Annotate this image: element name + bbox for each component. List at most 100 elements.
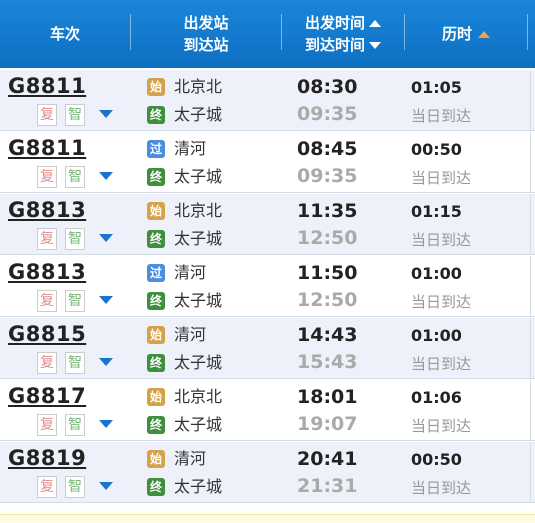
expand-stops-chevron-down-icon[interactable] [99, 482, 113, 490]
departure-station: 清河 [174, 263, 207, 282]
departure-station: 北京北 [174, 387, 223, 406]
departure-station: 清河 [174, 449, 207, 468]
train-number-link[interactable]: G8815 [8, 322, 86, 346]
arrival-station: 太子城 [174, 415, 223, 434]
train-number-link[interactable]: G8817 [8, 384, 86, 408]
departure-time: 11:50 [297, 262, 358, 284]
terminal-station-icon: 终 [147, 168, 165, 186]
arrival-time: 19:07 [297, 413, 358, 435]
train-row[interactable]: G8817 复智 始北京北终太子城 18:01 19:07 01:06 当日到达 [0, 380, 535, 441]
arrival-time: 09:35 [297, 103, 358, 125]
arrival-day: 当日到达 [411, 169, 472, 187]
smart-train-badge: 智 [65, 476, 85, 498]
pass-through-station-icon: 过 [147, 140, 165, 158]
train-results-list: G8811 复智始北京北终太子城 08:30 09:35 01:05 当日到达 G8811 复… [0, 70, 535, 504]
expand-stops-chevron-down-icon[interactable] [99, 234, 113, 242]
travel-duration: 01:00 [411, 326, 462, 345]
header-arrival-station-label: 到达站 [183, 36, 229, 54]
train-row[interactable]: G8819 复智 始清河终太子城 20:41 21:31 00:50 当日到达 [0, 442, 535, 503]
train-row[interactable]: G8813 复智 始北京北终太子城 11:35 12:50 01:15 当日到达 [0, 194, 535, 255]
expand-stops-chevron-down-icon[interactable] [99, 296, 113, 304]
arrival-day: 当日到达 [411, 479, 472, 497]
header-arrival-time-label: 到达时间 [304, 36, 365, 54]
sort-active-asc-icon [478, 30, 490, 38]
origin-station-icon: 始 [147, 202, 165, 220]
arrival-day: 当日到达 [411, 417, 472, 435]
departure-time: 20:41 [297, 448, 358, 470]
arrival-time: 21:31 [297, 475, 358, 497]
train-row[interactable]: G8811 复智 始北京北终太子城 08:30 09:35 01:05 当日到达 [0, 70, 535, 131]
smart-train-badge: 智 [65, 414, 85, 436]
departure-time: 18:01 [297, 386, 358, 408]
smart-train-badge: 智 [65, 166, 85, 188]
departure-time: 11:35 [297, 200, 358, 222]
header-times: 出发时间 到达时间 [282, 0, 404, 68]
origin-station-icon: 始 [147, 388, 165, 406]
travel-duration: 00:50 [411, 450, 462, 469]
travel-duration: 01:15 [411, 202, 462, 221]
header-train-number: 车次 [0, 0, 130, 68]
sort-asc-icon [369, 20, 381, 27]
arrival-station: 太子城 [174, 477, 223, 496]
header-divider [527, 14, 528, 50]
train-number-link[interactable]: G8811 [8, 74, 86, 98]
train-number-link[interactable]: G8813 [8, 260, 86, 284]
arrival-day: 当日到达 [411, 231, 472, 249]
column-divider [530, 442, 531, 502]
smart-train-badge: 智 [65, 104, 85, 126]
train-number-link[interactable]: G8811 [8, 136, 86, 160]
travel-duration: 00:50 [411, 140, 462, 159]
arrival-time: 12:50 [297, 289, 358, 311]
column-divider [530, 70, 531, 130]
arrival-station: 太子城 [174, 291, 223, 310]
arrival-day: 当日到达 [411, 107, 472, 125]
train-row[interactable]: G8813 复智 过清河终太子城 11:50 12:50 01:00 当日到达 [0, 256, 535, 317]
pass-through-station-icon: 过 [147, 264, 165, 282]
travel-duration: 01:06 [411, 388, 462, 407]
sort-departure-time[interactable]: 出发时间 [305, 12, 381, 34]
origin-station-icon: 始 [147, 78, 165, 96]
reschedule-badge: 复 [37, 476, 57, 498]
arrival-station: 太子城 [174, 105, 223, 124]
departure-station: 清河 [174, 325, 207, 344]
travel-duration: 01:05 [411, 78, 462, 97]
train-row[interactable]: G8811 复智 过清河终太子城 08:45 09:35 00:50 当日到达 [0, 132, 535, 193]
expand-stops-chevron-down-icon[interactable] [99, 110, 113, 118]
reschedule-badge: 复 [37, 290, 57, 312]
train-row[interactable]: G8815 复智 始清河终太子城 14:43 15:43 01:00 当日到达 [0, 318, 535, 379]
arrival-station: 太子城 [174, 167, 223, 186]
terminal-station-icon: 终 [147, 106, 165, 124]
origin-station-icon: 始 [147, 326, 165, 344]
arrival-station: 太子城 [174, 229, 223, 248]
departure-station: 北京北 [174, 201, 223, 220]
column-divider [530, 256, 531, 316]
terminal-station-icon: 终 [147, 478, 165, 496]
train-number-link[interactable]: G8813 [8, 198, 86, 222]
results-table-header: 车次 出发站 到达站 出发时间 到达时间 历时 [0, 0, 535, 68]
reschedule-badge: 复 [37, 166, 57, 188]
sort-arrival-time[interactable]: 到达时间 [305, 34, 381, 56]
train-number-link[interactable]: G8819 [8, 446, 86, 470]
departure-station: 清河 [174, 139, 207, 158]
column-divider [530, 380, 531, 440]
sort-desc-icon [369, 42, 381, 49]
reschedule-badge: 复 [37, 104, 57, 126]
sort-duration[interactable]: 历时 [405, 0, 527, 68]
expand-stops-chevron-down-icon[interactable] [99, 172, 113, 180]
origin-station-icon: 始 [147, 450, 165, 468]
smart-train-badge: 智 [65, 290, 85, 312]
terminal-station-icon: 终 [147, 230, 165, 248]
header-duration-label: 历时 [441, 25, 472, 43]
travel-duration: 01:00 [411, 264, 462, 283]
header-departure-time-label: 出发时间 [304, 14, 365, 32]
smart-train-badge: 智 [65, 352, 85, 374]
column-divider [530, 318, 531, 378]
expand-stops-chevron-down-icon[interactable] [99, 420, 113, 428]
departure-station: 北京北 [174, 77, 223, 96]
expand-stops-chevron-down-icon[interactable] [99, 358, 113, 366]
header-train-label: 车次 [49, 25, 80, 43]
departure-time: 14:43 [297, 324, 358, 346]
arrival-time: 15:43 [297, 351, 358, 373]
reschedule-badge: 复 [37, 352, 57, 374]
arrival-time: 09:35 [297, 165, 358, 187]
